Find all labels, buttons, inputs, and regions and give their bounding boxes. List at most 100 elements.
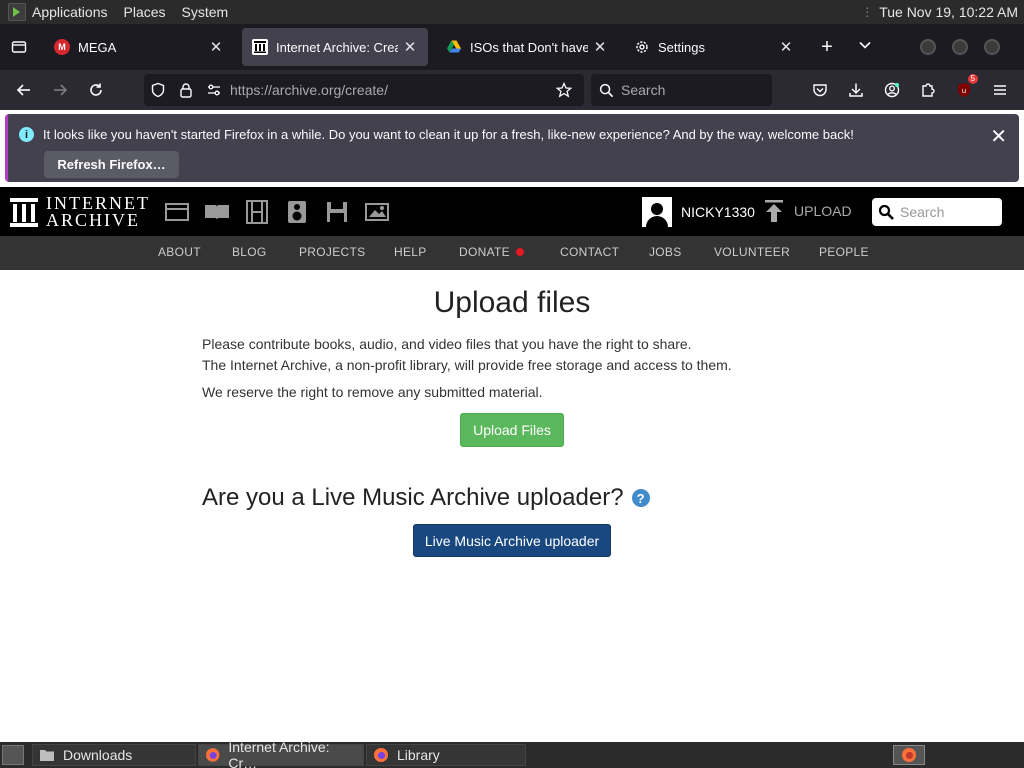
account-button[interactable] bbox=[874, 72, 910, 108]
ia-upload-link[interactable]: UPLOAD bbox=[764, 199, 852, 223]
intro-text: Please contribute books, audio, and vide… bbox=[202, 334, 732, 376]
reload-icon bbox=[90, 83, 102, 96]
live-music-archive-uploader-button[interactable]: Live Music Archive uploader bbox=[413, 524, 611, 557]
clock[interactable]: Tue Nov 19, 10:22 AM bbox=[879, 4, 1018, 20]
minimize-button[interactable] bbox=[920, 39, 936, 55]
close-window-button[interactable] bbox=[984, 39, 1000, 55]
nav-jobs[interactable]: JOBS bbox=[649, 245, 682, 259]
extension-badge: 5 bbox=[967, 74, 978, 84]
show-desktop-button[interactable] bbox=[2, 745, 24, 765]
folder-icon bbox=[40, 750, 54, 761]
download-icon bbox=[849, 83, 863, 97]
app-menu-button[interactable] bbox=[982, 72, 1018, 108]
workspace-switcher[interactable] bbox=[893, 745, 925, 765]
avatar[interactable] bbox=[642, 197, 672, 227]
ia-top-nav: INTERNET ARCHIVE NICKY1330 UPLOAD Search bbox=[0, 187, 1024, 236]
tab-internet-archive[interactable]: Internet Archive: Crea ✕ bbox=[242, 28, 428, 66]
nav-donate[interactable]: DONATE bbox=[459, 245, 524, 259]
nav-blog[interactable]: BLOG bbox=[232, 245, 267, 259]
ublock-origin-button[interactable]: u 5 bbox=[946, 72, 982, 108]
help-question-icon[interactable]: ? bbox=[631, 489, 650, 507]
task-downloads[interactable]: Downloads bbox=[32, 744, 196, 766]
gear-icon bbox=[636, 41, 648, 53]
software-floppy-icon[interactable] bbox=[324, 200, 350, 224]
url-host: https://archive.org bbox=[230, 82, 342, 98]
close-notification-icon[interactable]: ✕ bbox=[990, 124, 1007, 149]
back-button[interactable] bbox=[6, 72, 42, 108]
close-tab-icon[interactable]: ✕ bbox=[402, 38, 418, 56]
browser-search-field[interactable]: Search bbox=[591, 74, 772, 106]
username[interactable]: NICKY1330 bbox=[681, 204, 755, 220]
lock-icon[interactable] bbox=[172, 82, 200, 98]
window-controls bbox=[904, 39, 1000, 55]
ia-media-icons bbox=[164, 200, 404, 224]
ia-logo[interactable]: INTERNET ARCHIVE bbox=[10, 194, 150, 229]
close-tab-icon[interactable]: ✕ bbox=[208, 38, 224, 56]
firefox-icon bbox=[374, 748, 388, 762]
menu-applications[interactable]: Applications bbox=[32, 4, 108, 20]
ia-search-input[interactable]: Search bbox=[872, 198, 1002, 226]
refresh-firefox-button[interactable]: Refresh Firefox… bbox=[44, 151, 179, 178]
ia-user-menu[interactable]: NICKY1330 bbox=[642, 197, 755, 227]
list-all-tabs-button[interactable] bbox=[846, 38, 884, 57]
user-silhouette-icon bbox=[646, 203, 668, 227]
new-tab-button[interactable]: + bbox=[808, 36, 846, 59]
ia-sub-nav: ABOUT BLOG PROJECTS HELP DONATE CONTACT … bbox=[0, 236, 1024, 270]
url-text[interactable]: https://archive.org/create/ bbox=[230, 82, 550, 98]
menu-places[interactable]: Places bbox=[124, 4, 166, 20]
close-tab-icon[interactable]: ✕ bbox=[592, 38, 608, 56]
audio-speaker-icon[interactable] bbox=[284, 200, 310, 224]
nav-help[interactable]: HELP bbox=[394, 245, 427, 259]
web-archive-icon[interactable] bbox=[164, 200, 190, 224]
tab-settings[interactable]: Settings ✕ bbox=[624, 28, 804, 66]
texts-book-icon[interactable] bbox=[204, 200, 230, 224]
pocket-button[interactable] bbox=[802, 72, 838, 108]
svg-text:u: u bbox=[962, 87, 966, 95]
permissions-icon[interactable] bbox=[200, 82, 228, 98]
bookmark-star-icon[interactable] bbox=[550, 82, 578, 98]
tab-title: Settings bbox=[658, 39, 705, 55]
nav-projects[interactable]: PROJECTS bbox=[299, 245, 365, 259]
tab-title: ISOs that Don't haven bbox=[470, 39, 588, 55]
maximize-button[interactable] bbox=[952, 39, 968, 55]
nav-contact[interactable]: CONTACT bbox=[560, 245, 619, 259]
tracking-protection-shield-icon[interactable] bbox=[144, 82, 172, 98]
downloads-button[interactable] bbox=[838, 72, 874, 108]
top-panel: Applications Places System ⋮ Tue Nov 19,… bbox=[0, 0, 1024, 24]
url-path: /create/ bbox=[341, 82, 388, 98]
images-picture-icon[interactable] bbox=[364, 200, 390, 224]
plus-icon: + bbox=[821, 35, 833, 58]
video-film-icon[interactable] bbox=[244, 200, 270, 224]
applications-logo-icon[interactable] bbox=[8, 3, 26, 21]
task-label: Downloads bbox=[63, 747, 133, 763]
intro-line-1: Please contribute books, audio, and vide… bbox=[202, 336, 692, 352]
close-tab-icon[interactable]: ✕ bbox=[778, 38, 794, 56]
tab-isos[interactable]: ISOs that Don't haven ✕ bbox=[436, 28, 618, 66]
archive-temple-icon bbox=[10, 198, 38, 227]
forward-button[interactable] bbox=[42, 72, 78, 108]
firefox-icon bbox=[902, 748, 916, 762]
tab-strip: M MEGA ✕ Internet Archive: Crea ✕ ISOs t… bbox=[0, 24, 1024, 70]
reload-button[interactable] bbox=[78, 72, 114, 108]
nav-people[interactable]: PEOPLE bbox=[819, 245, 869, 259]
toolbar-right-buttons: u 5 bbox=[802, 72, 1018, 108]
task-firefox-internet-archive[interactable]: Internet Archive: Cr… bbox=[198, 739, 364, 768]
url-bar[interactable]: https://archive.org/create/ bbox=[144, 74, 584, 106]
google-drive-icon bbox=[447, 40, 461, 53]
firefox-view-button[interactable] bbox=[0, 24, 38, 70]
tab-mega[interactable]: M MEGA ✕ bbox=[44, 28, 234, 66]
search-placeholder: Search bbox=[621, 82, 666, 98]
intro-line-2: The Internet Archive, a non-profit libra… bbox=[202, 357, 732, 373]
nav-volunteer[interactable]: VOLUNTEER bbox=[714, 245, 790, 259]
extensions-button[interactable] bbox=[910, 72, 946, 108]
upload-files-button[interactable]: Upload Files bbox=[460, 413, 564, 447]
nav-donate-label: DONATE bbox=[459, 245, 510, 259]
chevron-down-icon bbox=[859, 41, 871, 49]
nav-about[interactable]: ABOUT bbox=[158, 245, 201, 259]
search-icon bbox=[872, 204, 900, 220]
task-firefox-library[interactable]: Library bbox=[366, 744, 526, 766]
tab-title: MEGA bbox=[78, 39, 117, 55]
taskbar: Downloads Internet Archive: Cr… Library bbox=[0, 739, 1024, 768]
menu-system[interactable]: System bbox=[182, 4, 229, 20]
disclaimer-text: We reserve the right to remove any submi… bbox=[202, 384, 543, 400]
